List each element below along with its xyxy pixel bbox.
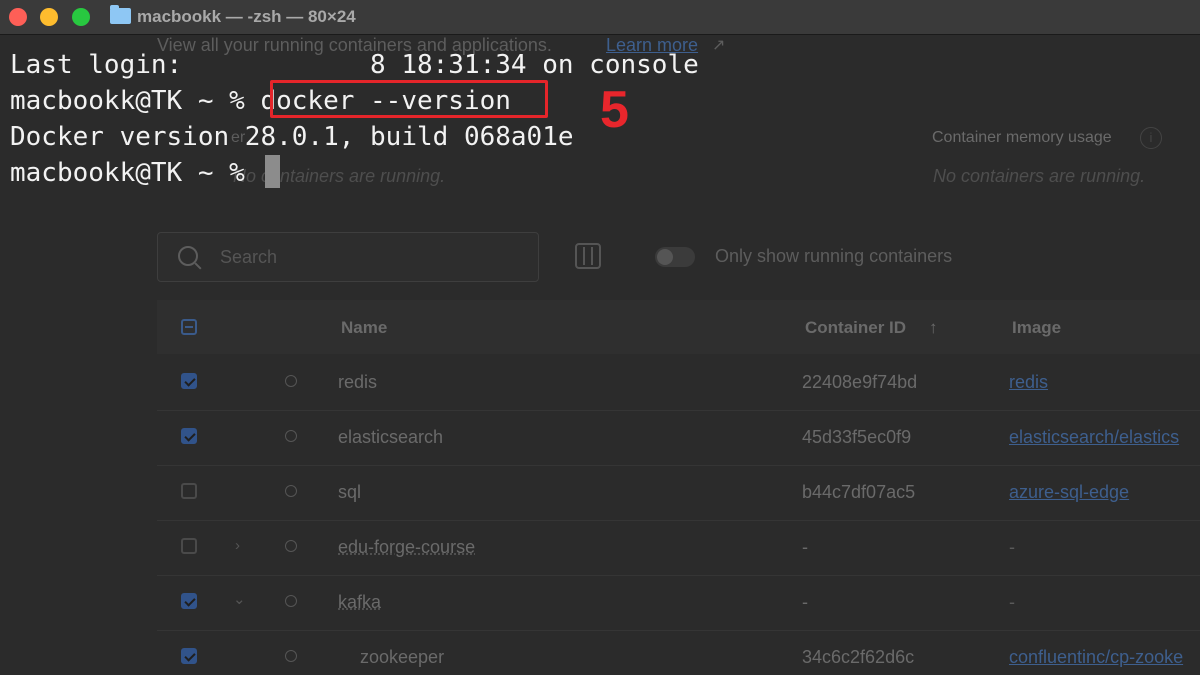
select-all-checkbox[interactable] <box>181 319 197 335</box>
column-name[interactable]: Name <box>341 318 387 338</box>
row-checkbox[interactable] <box>181 593 197 609</box>
step-number-annotation: 5 <box>600 81 629 139</box>
container-image: - <box>1009 537 1015 557</box>
container-id: 34c6c2f62d6c <box>802 647 915 667</box>
info-icon[interactable]: i <box>1140 127 1162 149</box>
status-icon <box>285 650 297 662</box>
status-icon <box>285 485 297 497</box>
row-checkbox[interactable] <box>181 648 197 664</box>
container-image[interactable]: elasticsearch/elastics <box>1009 427 1179 448</box>
chevron-right-icon[interactable]: › <box>235 537 240 554</box>
column-container-id[interactable]: Container ID <box>805 318 906 338</box>
table-header: Name Container ID ↑ Image <box>157 300 1200 354</box>
memory-usage-label: Container memory usage <box>932 129 1112 146</box>
close-window-button[interactable] <box>9 8 27 26</box>
table-row[interactable]: ⌄ kafka - - <box>157 575 1200 631</box>
status-icon <box>285 375 297 387</box>
column-image[interactable]: Image <box>1012 318 1061 338</box>
container-id: 22408e9f74bd <box>802 372 918 392</box>
toggle-label: Only show running containers <box>715 246 953 266</box>
chevron-down-icon[interactable]: ⌄ <box>233 590 246 608</box>
version-output-line: Docker version 28.0.1, build 068a01e <box>10 122 574 152</box>
container-image[interactable]: confluentinc/cp-zooke <box>1009 647 1183 668</box>
command-highlight-box <box>270 80 548 118</box>
container-name[interactable]: redis <box>338 372 377 393</box>
row-checkbox[interactable] <box>181 483 197 499</box>
terminal-cursor <box>265 155 280 188</box>
status-icon <box>285 595 297 607</box>
last-login-line: Last login: 8 18:31:34 on console <box>10 50 699 80</box>
container-id: - <box>802 592 808 612</box>
container-id: b44c7df07ac5 <box>802 482 916 502</box>
table-row[interactable]: sql b44c7df07ac5 azure-sql-edge <box>157 465 1200 521</box>
container-name[interactable]: sql <box>338 482 361 503</box>
row-checkbox[interactable] <box>181 538 197 554</box>
terminal-titlebar[interactable]: macbookk — -zsh — 80×24 <box>0 0 1200 35</box>
search-input[interactable]: Search <box>157 232 539 282</box>
row-checkbox[interactable] <box>181 373 197 389</box>
container-name[interactable]: edu-forge-course <box>338 537 475 558</box>
search-icon <box>178 246 198 266</box>
search-placeholder: Search <box>220 247 278 267</box>
container-id: 45d33f5ec0f9 <box>802 427 912 447</box>
window-title: macbookk — -zsh — 80×24 <box>137 7 356 26</box>
prompt: macbookk@TK ~ % <box>10 86 261 116</box>
running-containers-toggle[interactable] <box>655 247 695 267</box>
external-link-icon: ↗ <box>712 37 726 54</box>
row-checkbox[interactable] <box>181 428 197 444</box>
folder-icon <box>110 5 131 24</box>
container-id: - <box>802 537 808 557</box>
sort-ascending-icon[interactable]: ↑ <box>929 318 938 338</box>
toggle-knob <box>657 249 673 265</box>
container-image: - <box>1009 592 1015 612</box>
table-row[interactable]: zookeeper 34c6c2f62d6c confluentinc/cp-z… <box>157 630 1200 675</box>
minimize-window-button[interactable] <box>40 8 58 26</box>
table-row[interactable]: redis 22408e9f74bd redis <box>157 355 1200 411</box>
container-image[interactable]: redis <box>1009 372 1048 393</box>
container-name[interactable]: zookeeper <box>360 647 444 668</box>
container-name[interactable]: kafka <box>338 592 381 613</box>
zoom-window-button[interactable] <box>72 8 90 26</box>
status-icon <box>285 540 297 552</box>
columns-icon[interactable] <box>575 243 601 269</box>
container-image[interactable]: azure-sql-edge <box>1009 482 1129 503</box>
table-row[interactable]: elasticsearch 45d33f5ec0f9 elasticsearch… <box>157 410 1200 466</box>
table-row[interactable]: › edu-forge-course - - <box>157 520 1200 576</box>
status-icon <box>285 430 297 442</box>
memory-no-containers: No containers are running. <box>933 166 1146 186</box>
container-name[interactable]: elasticsearch <box>338 427 443 448</box>
prompt-line: macbookk@TK ~ % <box>10 158 261 188</box>
